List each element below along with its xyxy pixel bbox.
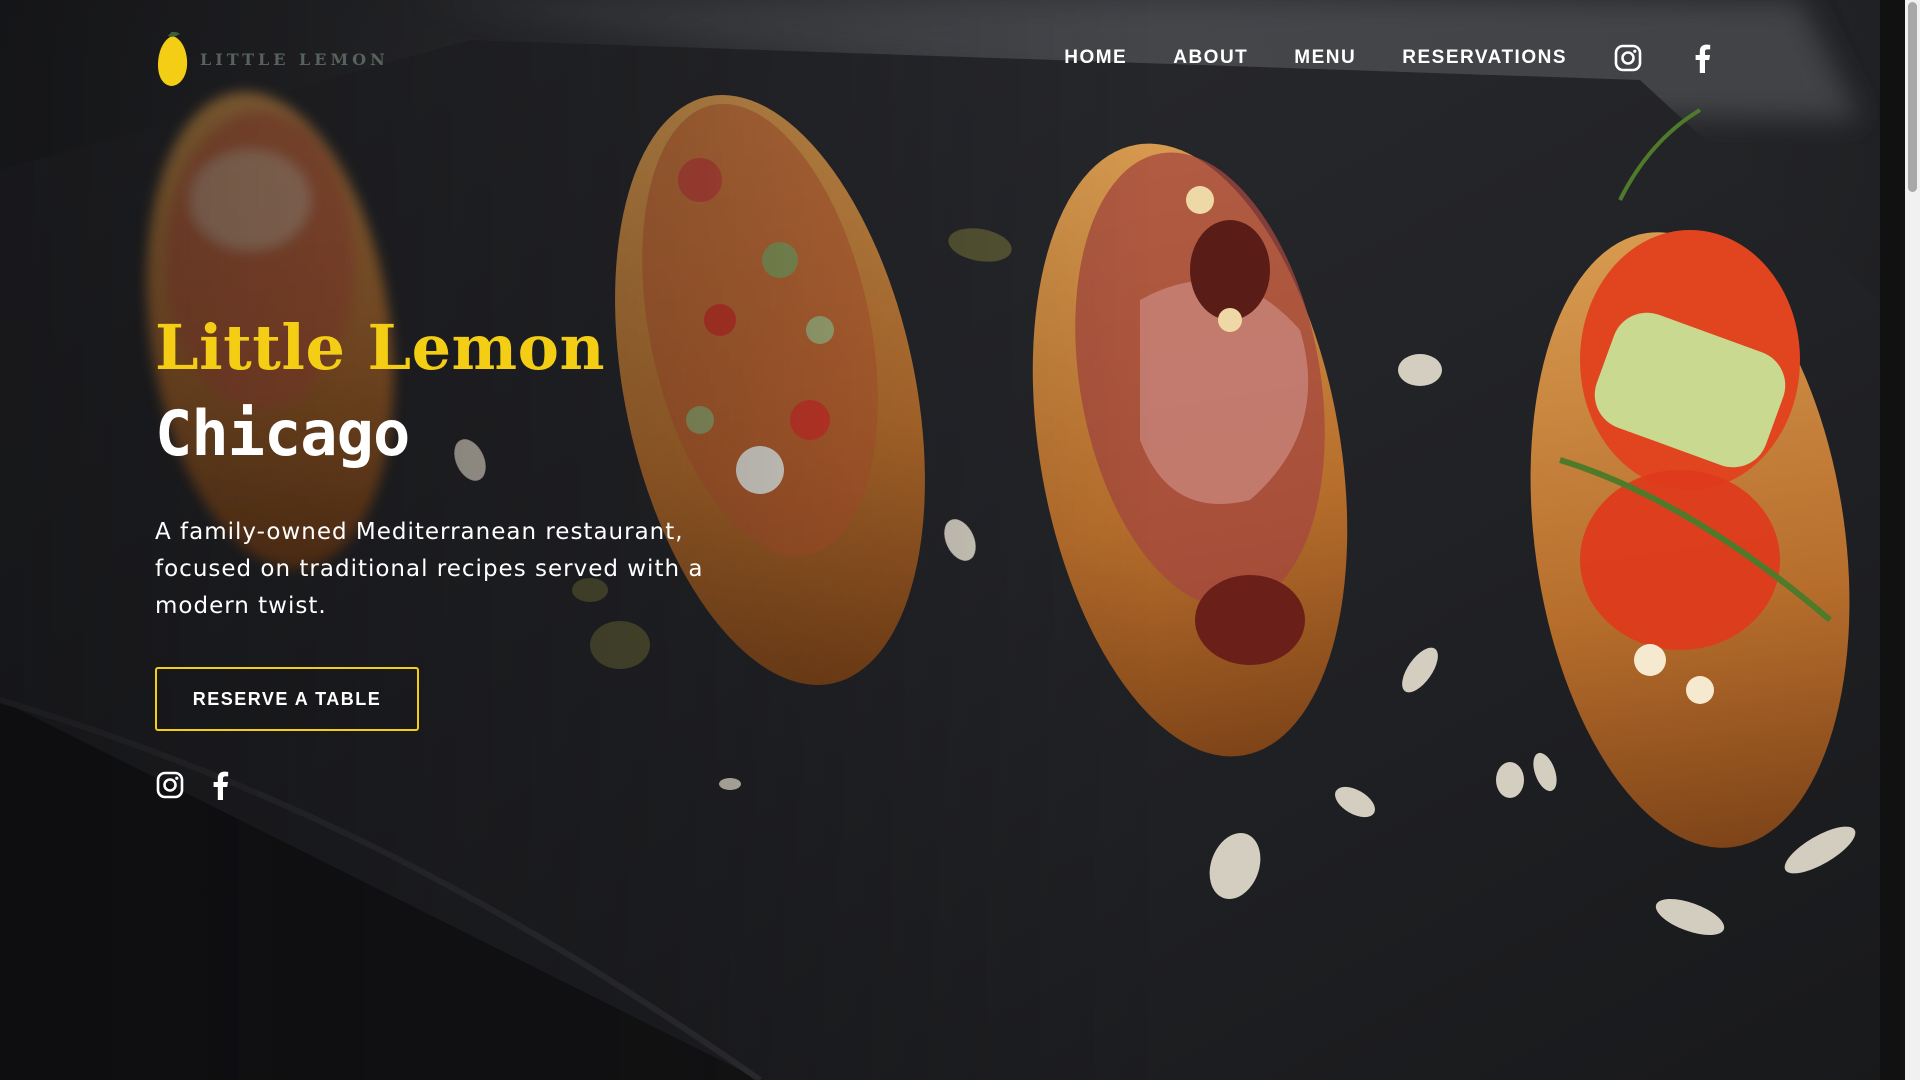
main-navigation: HOME ABOUT MENU RESERVATIONS xyxy=(1064,40,1717,76)
nav-link-menu[interactable]: MENU xyxy=(1294,47,1356,69)
nav-link-about[interactable]: ABOUT xyxy=(1173,47,1248,69)
hero-title: Little Lemon xyxy=(155,311,606,384)
nav-link-reservations[interactable]: RESERVATIONS xyxy=(1402,47,1567,69)
site-header: LITTLE LEMON HOME ABOUT MENU RESERVATION… xyxy=(0,0,1905,118)
page-scrollbar[interactable] xyxy=(1905,0,1920,1080)
lemon-icon xyxy=(158,31,188,86)
landing-page: LITTLE LEMON HOME ABOUT MENU RESERVATION… xyxy=(0,0,1920,1080)
instagram-icon[interactable] xyxy=(1613,43,1643,73)
facebook-icon[interactable] xyxy=(1687,43,1717,73)
facebook-icon[interactable] xyxy=(205,769,235,801)
hero-description: A family-owned Mediterranean restaurant,… xyxy=(155,519,704,619)
logo-link[interactable]: LITTLE LEMON xyxy=(154,30,389,88)
instagram-icon[interactable] xyxy=(155,769,185,801)
reserve-table-button[interactable]: RESERVE A TABLE xyxy=(155,667,419,731)
hero-social-links xyxy=(155,769,755,801)
logo-text: LITTLE LEMON xyxy=(200,49,389,69)
scrollbar-thumb[interactable] xyxy=(1908,2,1917,192)
nav-link-home[interactable]: HOME xyxy=(1064,47,1127,69)
hero-section: Little Lemon Chicago A family-owned Medi… xyxy=(155,310,755,801)
hero-subtitle: Chicago xyxy=(155,397,410,470)
